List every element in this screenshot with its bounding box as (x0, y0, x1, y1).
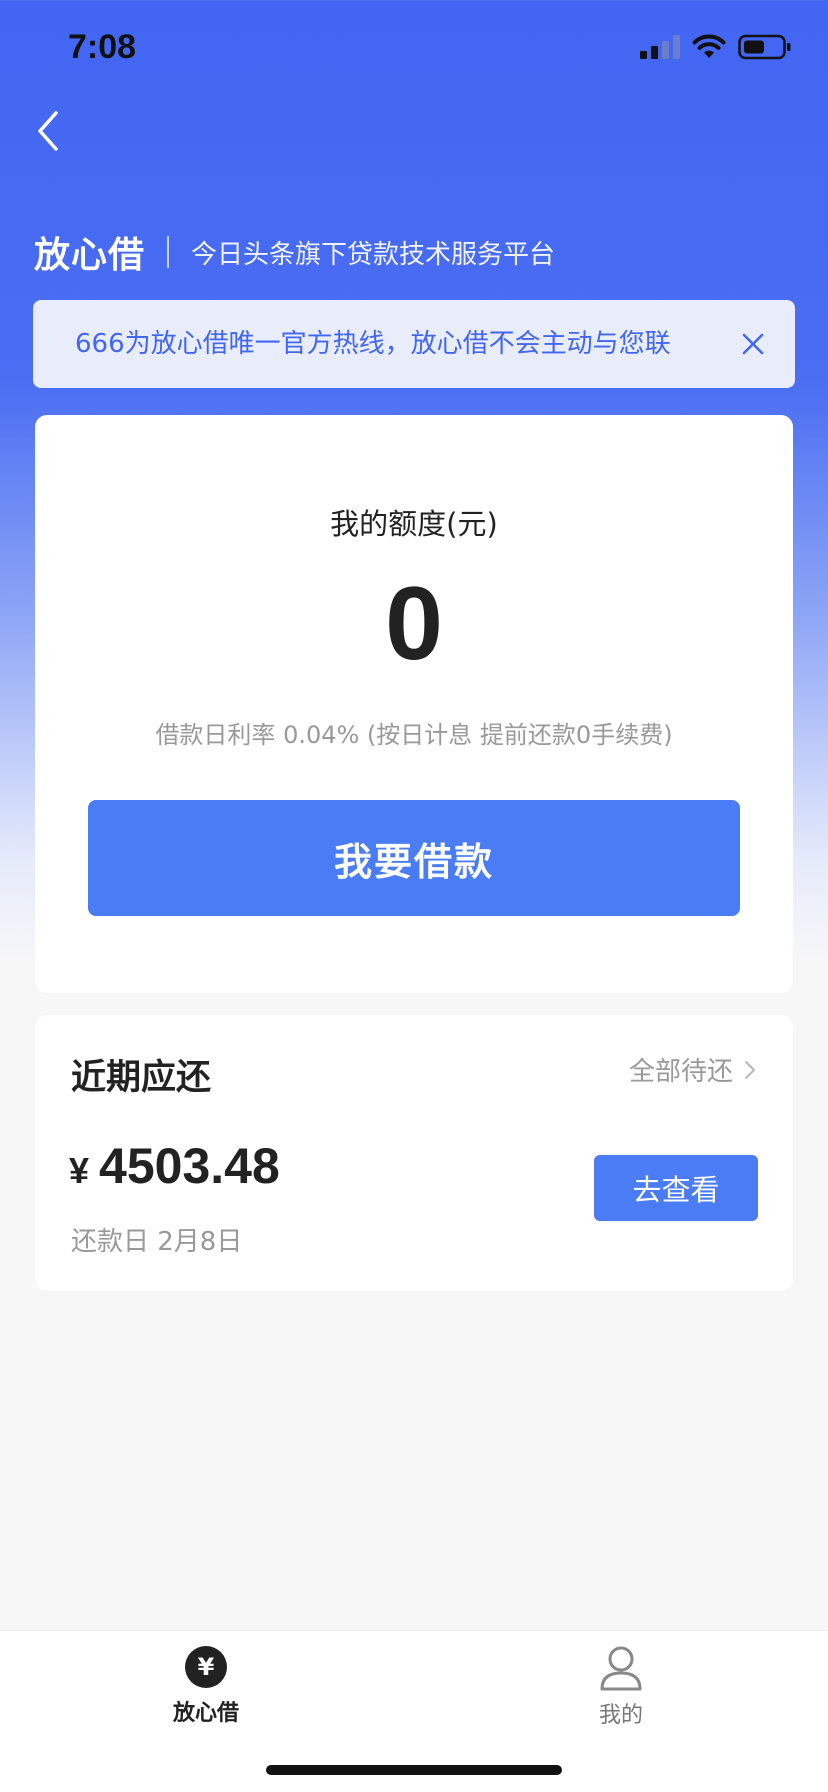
status-time: 7:08 (68, 28, 137, 66)
back-button[interactable] (30, 105, 70, 157)
tab-home[interactable]: ¥ 放心借 (106, 1645, 306, 1727)
status-bar: 7:08 (0, 0, 828, 100)
chevron-left-icon (38, 111, 58, 151)
quota-card: 我的额度(元) 0 借款日利率 0.04% (按日计息 提前还款0手续费) 我要… (35, 415, 793, 993)
notice-banner: 666为放心借唯一官方热线，放心借不会主动与您联 (33, 300, 795, 388)
view-button[interactable]: 去查看 (594, 1155, 758, 1221)
svg-text:¥: ¥ (198, 1653, 215, 1681)
tab-home-label: 放心借 (172, 1701, 239, 1726)
status-icons (640, 34, 792, 60)
yuan-coin-icon: ¥ (185, 1646, 227, 1688)
notice-text: 666为放心借唯一官方热线，放心借不会主动与您联 (75, 329, 671, 359)
all-pending-link[interactable]: 全部待还 (629, 1051, 757, 1088)
repay-amount: ¥ 4503.48 (69, 1137, 280, 1195)
home-indicator (266, 1765, 562, 1775)
brand-divider (167, 236, 170, 268)
signal-icon (640, 35, 680, 59)
battery-icon (738, 34, 791, 60)
repay-card: 近期应还 全部待还 ¥ 4503.48 还款日 2月8日 去查看 (35, 1015, 793, 1291)
close-icon (742, 333, 764, 355)
user-icon (600, 1646, 642, 1691)
repay-amount-value: 4503.48 (99, 1138, 280, 1194)
repay-date: 还款日 2月8日 (71, 1227, 243, 1257)
tab-mine[interactable]: 我的 (521, 1645, 721, 1729)
repay-title: 近期应还 (71, 1058, 212, 1098)
brand-name: 放心借 (34, 235, 146, 276)
borrow-button[interactable]: 我要借款 (88, 800, 740, 916)
quota-label: 我的额度(元) (330, 507, 498, 541)
brand-subtitle: 今日头条旗下贷款技术服务平台 (191, 239, 556, 270)
wifi-icon (692, 34, 726, 58)
chevron-right-icon (744, 1060, 756, 1079)
notice-close-button[interactable] (737, 328, 769, 360)
currency-symbol: ¥ (69, 1150, 90, 1191)
all-pending-label: 全部待还 (628, 1057, 733, 1087)
quota-value: 0 (385, 566, 443, 682)
brand-header: 放心借 今日头条旗下贷款技术服务平台 (34, 226, 555, 278)
tab-mine-label: 我的 (598, 1703, 643, 1728)
interest-rate-text: 借款日利率 0.04% (按日计息 提前还款0手续费) (155, 721, 673, 749)
